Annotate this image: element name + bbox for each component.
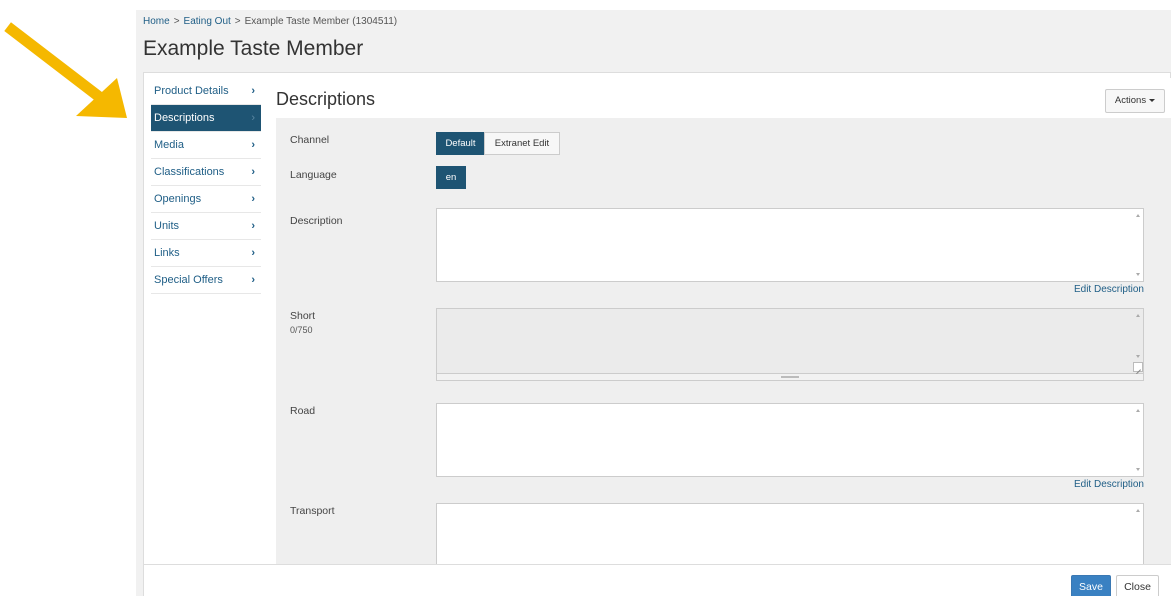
channel-label: Channel xyxy=(290,134,330,146)
main-panel: Product Details › Descriptions › Media ›… xyxy=(143,72,1171,596)
footer-bar: Save Close xyxy=(144,564,1171,596)
chevron-right-icon: › xyxy=(251,166,255,178)
scroll-up-icon[interactable] xyxy=(1136,409,1140,412)
chevron-right-icon: › xyxy=(251,220,255,232)
short-textarea[interactable] xyxy=(436,308,1144,374)
chevron-right-icon: › xyxy=(251,139,255,151)
scroll-down-icon[interactable] xyxy=(1136,273,1140,276)
scroll-down-icon[interactable] xyxy=(1136,468,1140,471)
breadcrumb-separator: > xyxy=(173,16,180,27)
sidebar-item-openings[interactable]: Openings › xyxy=(151,186,261,213)
chevron-right-icon: › xyxy=(251,274,255,286)
chevron-right-icon: › xyxy=(251,247,255,259)
close-button[interactable]: Close xyxy=(1116,575,1159,596)
road-textarea[interactable] xyxy=(436,403,1144,477)
sidebar-item-label: Openings xyxy=(154,193,202,205)
sidebar-item-label: Units xyxy=(154,220,180,232)
breadcrumb-current: Example Taste Member (1304511) xyxy=(244,16,398,27)
sidebar-item-label: Media xyxy=(154,139,184,151)
grip-icon xyxy=(781,376,799,378)
page-title: Example Taste Member xyxy=(143,37,364,60)
sidebar-item-label: Product Details xyxy=(154,85,229,97)
sidebar-item-label: Special Offers xyxy=(154,274,223,286)
scroll-up-icon[interactable] xyxy=(1136,314,1140,317)
actions-label: Actions xyxy=(1114,95,1147,106)
transport-label: Transport xyxy=(290,505,335,517)
scroll-down-icon[interactable] xyxy=(1136,355,1140,358)
transport-textarea[interactable] xyxy=(436,503,1144,565)
sidebar-item-product-details[interactable]: Product Details › xyxy=(151,78,261,105)
breadcrumb-eating-out[interactable]: Eating Out xyxy=(184,16,231,27)
breadcrumb-separator: > xyxy=(234,16,241,27)
breadcrumb-home[interactable]: Home xyxy=(143,16,170,27)
edit-description-link[interactable]: Edit Description xyxy=(1074,284,1144,295)
sidebar-item-media[interactable]: Media › xyxy=(151,132,261,159)
actions-dropdown-button[interactable]: Actions xyxy=(1105,89,1165,113)
content-header: Descriptions Actions xyxy=(276,78,1171,118)
textarea-drag-bar[interactable] xyxy=(436,374,1144,381)
descriptions-form: Channel Default Extranet Edit Language e… xyxy=(276,118,1171,565)
arrow-icon xyxy=(4,22,127,118)
save-button[interactable]: Save xyxy=(1071,575,1111,596)
description-textarea[interactable] xyxy=(436,208,1144,282)
language-en-button[interactable]: en xyxy=(436,166,466,189)
breadcrumb: Home > Eating Out > Example Taste Member (13… xyxy=(143,16,397,27)
description-label: Description xyxy=(290,215,343,227)
sidebar-item-units[interactable]: Units › xyxy=(151,213,261,240)
scroll-up-icon[interactable] xyxy=(1136,509,1140,512)
chevron-right-icon: › xyxy=(251,193,255,205)
app-window: Home > Eating Out > Example Taste Member (13… xyxy=(136,10,1171,596)
sidebar-nav: Product Details › Descriptions › Media ›… xyxy=(151,78,261,294)
resize-handle-icon[interactable] xyxy=(1133,362,1143,372)
sidebar-item-label: Links xyxy=(154,247,180,259)
sidebar-item-label: Classifications xyxy=(154,166,225,178)
content-section: Descriptions Actions Channel Default Ext… xyxy=(276,78,1171,565)
sidebar-item-classifications[interactable]: Classifications › xyxy=(151,159,261,186)
chevron-right-icon: › xyxy=(251,85,255,97)
chevron-right-icon: › xyxy=(251,112,255,124)
channel-default-button[interactable]: Default xyxy=(436,132,485,155)
channel-extranet-edit-button[interactable]: Extranet Edit xyxy=(484,132,560,155)
short-label: Short xyxy=(290,310,316,322)
sidebar-item-label: Descriptions xyxy=(154,112,215,124)
sidebar-item-links[interactable]: Links › xyxy=(151,240,261,267)
sidebar-item-special-offers[interactable]: Special Offers › xyxy=(151,267,261,294)
language-label: Language xyxy=(290,169,337,181)
edit-description-link[interactable]: Edit Description xyxy=(1074,479,1144,490)
road-label: Road xyxy=(290,405,316,417)
section-title: Descriptions xyxy=(276,89,376,109)
caret-down-icon xyxy=(1149,98,1156,102)
scroll-up-icon[interactable] xyxy=(1136,214,1140,217)
sidebar-item-descriptions[interactable]: Descriptions › xyxy=(151,105,261,132)
short-char-counter: 0/750 xyxy=(290,325,313,335)
